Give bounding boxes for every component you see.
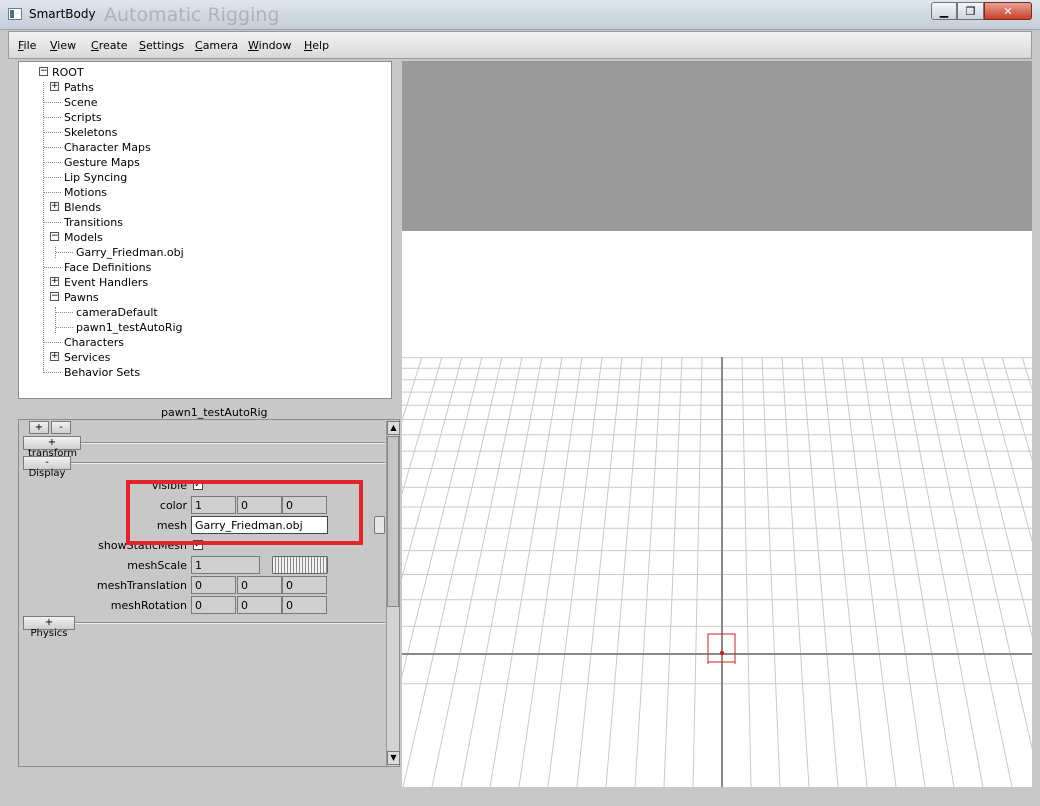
menu-camera[interactable]: Camera (195, 39, 238, 52)
close-icon: ✕ (1003, 4, 1013, 18)
tree-item-lip-syncing[interactable]: Lip Syncing (19, 170, 389, 185)
mesh-translation-label: meshTranslation (96, 579, 187, 592)
mesh-rotation-z-input[interactable]: 0 (282, 596, 327, 614)
mesh-scale-slider[interactable] (272, 556, 328, 574)
tree-item-character-maps[interactable]: Character Maps (19, 140, 389, 155)
minimize-icon: ▁ (939, 4, 949, 18)
tree-item-characters[interactable]: Characters (19, 335, 389, 350)
transform-section-toggle[interactable]: + transform (23, 436, 81, 459)
physics-section-toggle[interactable]: + Physics (23, 616, 75, 639)
highlight-box (126, 480, 363, 545)
viewport-sky (402, 61, 1032, 231)
expand-icon[interactable]: + (50, 277, 59, 286)
menu-view[interactable]: View (50, 39, 76, 52)
mesh-rotation-x-input[interactable]: 0 (191, 596, 236, 614)
maximize-button[interactable]: ❐ (957, 2, 984, 20)
menu-settings[interactable]: Settings (139, 39, 184, 52)
viewport-ground (402, 231, 1032, 787)
tree-item-event-handlers[interactable]: + Event Handlers (19, 275, 389, 290)
menu-bar: File View Create Settings Camera Window … (8, 31, 1032, 59)
property-scrollbar[interactable]: ▲ ▼ (386, 421, 400, 766)
mesh-scale-label: meshScale (127, 559, 187, 572)
scroll-up-icon[interactable]: ▲ (387, 421, 400, 435)
tree-item-scripts[interactable]: Scripts (19, 110, 389, 125)
menu-help[interactable]: Help (304, 39, 329, 52)
minimize-button[interactable]: ▁ (931, 2, 957, 20)
menu-window[interactable]: Window (248, 39, 291, 52)
window-title: SmartBody (29, 7, 96, 21)
mesh-translation-x-input[interactable]: 0 (191, 576, 236, 594)
expand-icon[interactable]: + (50, 202, 59, 211)
mesh-rotation-y-input[interactable]: 0 (237, 596, 282, 614)
tree-item-behavior-sets[interactable]: Behavior Sets (19, 365, 389, 380)
close-button[interactable]: ✕ (984, 2, 1032, 20)
collapse-icon[interactable]: − (39, 67, 48, 76)
tree-item-pawn1-testautorig[interactable]: pawn1_testAutoRig (19, 320, 389, 335)
collapse-icon[interactable]: − (50, 292, 59, 301)
menu-file[interactable]: File (18, 39, 36, 52)
display-section-toggle[interactable]: - Display (23, 456, 71, 479)
tree-item-gesture-maps[interactable]: Gesture Maps (19, 155, 389, 170)
menu-create[interactable]: Create (91, 39, 128, 52)
tree-item-models[interactable]: − Models (19, 230, 389, 245)
tree-item-paths[interactable]: + Paths (19, 80, 389, 95)
resource-tree[interactable]: − ROOT + Paths Scene Scripts Skeletons C… (18, 61, 392, 399)
tree-item-scene[interactable]: Scene (19, 95, 389, 110)
scrollbar-thumb[interactable] (387, 436, 399, 607)
expand-icon[interactable]: + (50, 82, 59, 91)
tree-item-face-definitions[interactable]: Face Definitions (19, 260, 389, 275)
tree-item-transitions[interactable]: Transitions (19, 215, 389, 230)
property-panel: + - + transform - Display visible ✓ colo… (18, 419, 400, 767)
background-window-title: Automatic Rigging (104, 4, 280, 26)
add-attribute-button[interactable]: + (29, 421, 49, 434)
expand-icon[interactable]: + (50, 352, 59, 361)
title-bar: SmartBody Automatic Rigging ▁ ❐ ✕ (0, 0, 1040, 30)
tree-item-camera-default[interactable]: cameraDefault (19, 305, 389, 320)
tree-item-root[interactable]: − ROOT (19, 65, 389, 80)
3d-viewport[interactable] (402, 61, 1032, 787)
viewport-canvas[interactable] (402, 61, 1032, 787)
maximize-icon: ❐ (965, 4, 976, 18)
panel-resize-handle[interactable] (374, 516, 385, 534)
collapse-icon[interactable]: − (50, 232, 59, 241)
tree-item-garry-friedman-obj[interactable]: Garry_Friedman.obj (19, 245, 389, 260)
tree-item-pawns[interactable]: − Pawns (19, 290, 389, 305)
app-icon (8, 8, 22, 20)
mesh-translation-z-input[interactable]: 0 (282, 576, 327, 594)
mesh-scale-input[interactable]: 1 (191, 556, 260, 574)
tree-item-motions[interactable]: Motions (19, 185, 389, 200)
tree-item-blends[interactable]: + Blends (19, 200, 389, 215)
tree-item-services[interactable]: + Services (19, 350, 389, 365)
mesh-translation-y-input[interactable]: 0 (237, 576, 282, 594)
tree-item-skeletons[interactable]: Skeletons (19, 125, 389, 140)
remove-attribute-button[interactable]: - (51, 421, 71, 434)
mesh-rotation-label: meshRotation (110, 599, 187, 612)
scroll-down-icon[interactable]: ▼ (387, 751, 400, 765)
selected-object-name: pawn1_testAutoRig (161, 406, 268, 419)
